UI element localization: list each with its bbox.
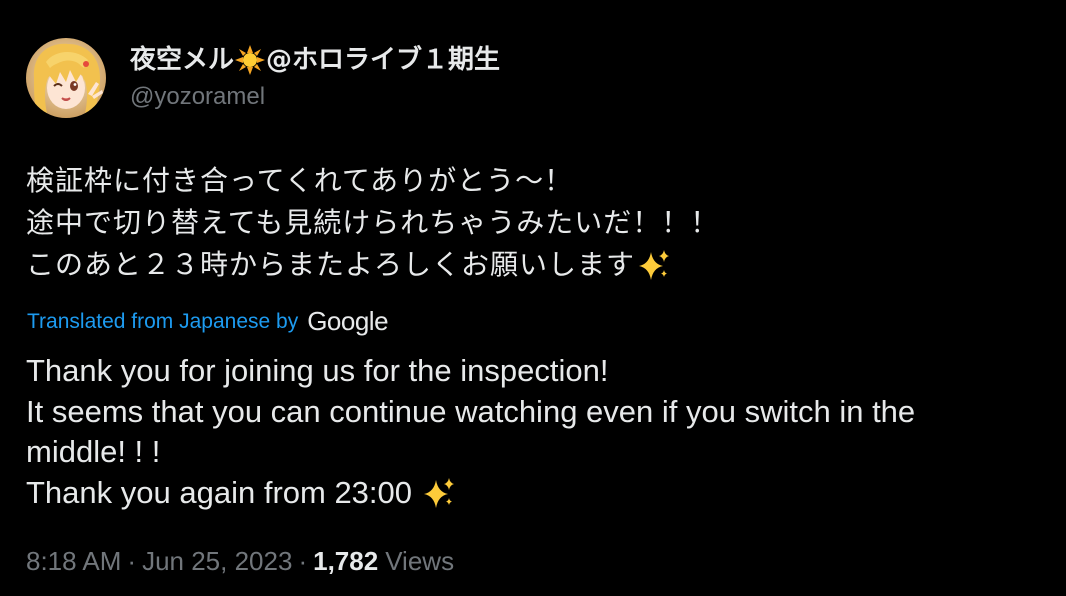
tweet-line-jp-1: 検証枠に付き合ってくれてありがとう～！ [26, 164, 574, 197]
avatar-icon [26, 38, 106, 118]
avatar[interactable] [26, 38, 106, 118]
tweet-line-en-4-wrap: Thank you again from 23:00 [26, 473, 1051, 514]
tweet-line-en-1: Thank you for joining us for the inspect… [26, 353, 609, 388]
sun-emoji-icon [235, 45, 266, 75]
translated-from-link[interactable]: Translated from Japanese by [27, 310, 298, 334]
tweet-header: 夜空メル @ホロライブ１期生 @yozoramel [26, 38, 500, 118]
meta-separator: · [127, 546, 137, 576]
google-logo: Google [307, 306, 389, 336]
display-name-part2: @ホロライブ１期生 [266, 45, 501, 75]
tweet-text-translated: Thank you for joining us for the inspect… [26, 351, 1051, 513]
sparkles-icon [639, 250, 670, 280]
display-name-part1: 夜空メル [130, 45, 235, 75]
sparkles-icon [424, 477, 455, 508]
tweet-text-original: 検証枠に付き合ってくれてありがとう～！ 途中で切り替えても見続けられちゃうみたい… [26, 160, 1046, 286]
tweet-line-jp-3: このあと２３時からまたよろしくお願いします [26, 248, 636, 281]
views-count[interactable]: 1,782 [313, 546, 378, 577]
views-label[interactable]: Views [385, 546, 454, 577]
display-name[interactable]: 夜空メル @ホロライブ１期生 [130, 41, 500, 79]
tweet-line-en-2: It seems that you can continue watching … [26, 393, 916, 429]
tweet-date[interactable]: Jun 25, 2023 [142, 546, 292, 577]
author-names: 夜空メル @ホロライブ１期生 @yozoramel [130, 38, 500, 118]
tweet-line-en-3: middle! ! ! [26, 434, 161, 469]
tweet-line-jp-3-wrap: このあと２３時からまたよろしくお願いします [26, 244, 1046, 286]
meta-separator: · [298, 546, 308, 576]
tweet-time[interactable]: 8:18 AM [26, 546, 121, 577]
tweet-line-en-4: Thank you again from 23:00 [26, 474, 413, 510]
author-handle[interactable]: @yozoramel [130, 79, 500, 115]
tweet: 夜空メル @ホロライブ１期生 @yozoramel 検証枠に付き合ってくれてあり… [0, 0, 1066, 596]
tweet-line-jp-2: 途中で切り替えても見続けられちゃうみたいだ！！！ [26, 206, 720, 239]
translation-attribution: Translated from Japanese by Google [27, 306, 389, 337]
tweet-meta: 8:18 AM · Jun 25, 2023 · 1,782 Views [26, 546, 454, 577]
